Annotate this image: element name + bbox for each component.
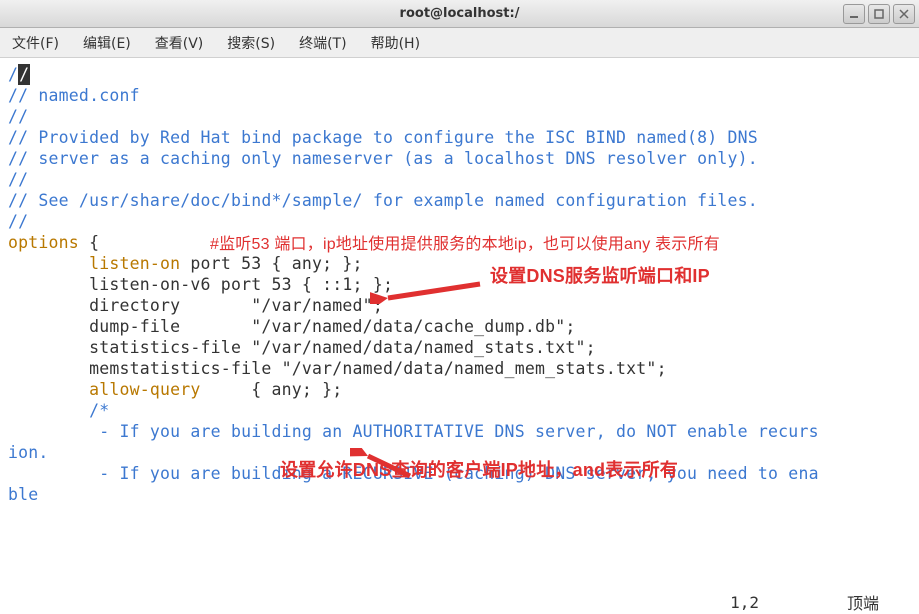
code-line: // named.conf: [8, 86, 140, 105]
code-line: // server as a caching only nameserver (…: [8, 149, 758, 168]
code-line: - If you are building an AUTHORITATIVE D…: [8, 422, 819, 441]
menu-view[interactable]: 查看(V): [151, 31, 208, 55]
comment-block: /* - If you are building an AUTHORITATIV…: [8, 400, 911, 505]
terminal-view[interactable]: // // named.conf // // Provided by Red H…: [0, 58, 919, 591]
code-line: statistics-file "/var/named/data/named_s…: [8, 338, 596, 357]
menu-edit[interactable]: 编辑(E): [79, 31, 135, 55]
annotation-label-2: 设置允许DNS查询的客户端IP地址，and表示所有: [280, 460, 678, 481]
code-line: // Provided by Red Hat bind package to c…: [8, 128, 758, 147]
titlebar: root@localhost:/: [0, 0, 919, 28]
code-line: //: [8, 170, 28, 189]
statusbar: 1,2 顶端: [0, 591, 919, 613]
code-line: dump-file "/var/named/data/cache_dump.db…: [8, 317, 576, 336]
code-line: listen-on-v6 port 53 { ::1; };: [8, 275, 393, 294]
code-line: // See /usr/share/doc/bind*/sample/ for …: [8, 191, 758, 210]
menu-search[interactable]: 搜索(S): [223, 31, 279, 55]
code-line: ion.: [8, 443, 49, 462]
close-button[interactable]: [893, 4, 915, 24]
annotation-label-1: 设置DNS服务监听端口和IP: [490, 266, 710, 287]
window-title: root@localhost:/: [400, 6, 520, 21]
menu-help[interactable]: 帮助(H): [367, 31, 424, 55]
menu-terminal[interactable]: 终端(T): [295, 31, 350, 55]
cursor-position: 1,2: [730, 593, 759, 612]
code-line: //: [8, 65, 30, 84]
code-line: //: [8, 107, 28, 126]
code-line: //: [8, 212, 28, 231]
code-line: directory "/var/named";: [8, 296, 383, 315]
maximize-button[interactable]: [868, 4, 890, 24]
menu-file[interactable]: 文件(F): [8, 31, 63, 55]
window-controls: [843, 4, 915, 24]
code-block: options { listen-on port 53 { any; }; li…: [8, 232, 911, 400]
scroll-position: 顶端: [847, 590, 879, 614]
options-keyword: options: [8, 233, 79, 252]
allow-query-keyword: allow-query: [8, 380, 201, 399]
listen-on-keyword: listen-on: [8, 254, 180, 273]
cursor: /: [18, 64, 30, 85]
menubar: 文件(F) 编辑(E) 查看(V) 搜索(S) 终端(T) 帮助(H): [0, 28, 919, 58]
code-line: /*: [8, 401, 109, 420]
minimize-button[interactable]: [843, 4, 865, 24]
code-line: memstatistics-file "/var/named/data/name…: [8, 359, 667, 378]
arrow-icon: [370, 274, 490, 304]
annotation-note-top: #监听53 端口，ip地址使用提供服务的本地ip，也可以使用any 表示所有: [210, 234, 720, 255]
code-line: ble: [8, 485, 38, 504]
